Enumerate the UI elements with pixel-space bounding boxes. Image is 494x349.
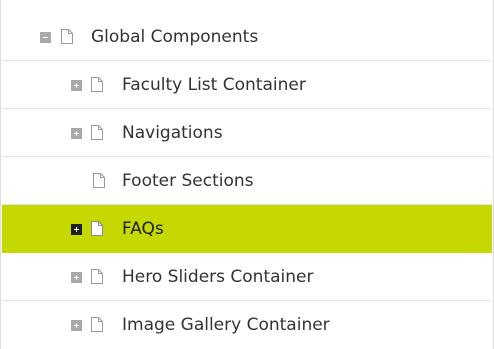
plus-square-icon[interactable] — [71, 272, 82, 283]
minus-square-icon[interactable] — [40, 32, 51, 43]
tree-item-label: Navigations — [122, 123, 223, 143]
document-icon — [91, 269, 103, 284]
document-icon — [61, 29, 73, 44]
plus-square-icon[interactable] — [71, 224, 82, 235]
tree-item-global-components[interactable]: Global Components — [2, 13, 492, 61]
tree-item-label: Faculty List Container — [122, 75, 306, 95]
tree-item-navigations[interactable]: Navigations — [2, 109, 492, 157]
tree-item-image-gallery-container[interactable]: Image Gallery Container — [2, 301, 492, 349]
tree-item-faqs[interactable]: FAQs — [2, 205, 492, 253]
tree-item-label: Image Gallery Container — [122, 315, 330, 335]
tree-item-label: FAQs — [122, 219, 164, 239]
tree-item-label: Footer Sections — [122, 171, 254, 191]
plus-square-icon[interactable] — [71, 128, 82, 139]
document-icon — [93, 173, 105, 188]
tree-item-hero-sliders-container[interactable]: Hero Sliders Container — [2, 253, 492, 301]
plus-square-icon[interactable] — [71, 80, 82, 91]
document-icon — [91, 221, 103, 236]
document-icon — [91, 317, 103, 332]
tree-item-faculty-list-container[interactable]: Faculty List Container — [2, 61, 492, 109]
plus-square-icon[interactable] — [71, 320, 82, 331]
tree-item-label: Global Components — [91, 27, 259, 47]
tree-item-label: Hero Sliders Container — [122, 267, 314, 287]
document-icon — [91, 77, 103, 92]
content-tree: Global Components Faculty List Container… — [0, 0, 494, 349]
document-icon — [91, 125, 103, 140]
tree-item-footer-sections[interactable]: Footer Sections — [2, 157, 492, 205]
